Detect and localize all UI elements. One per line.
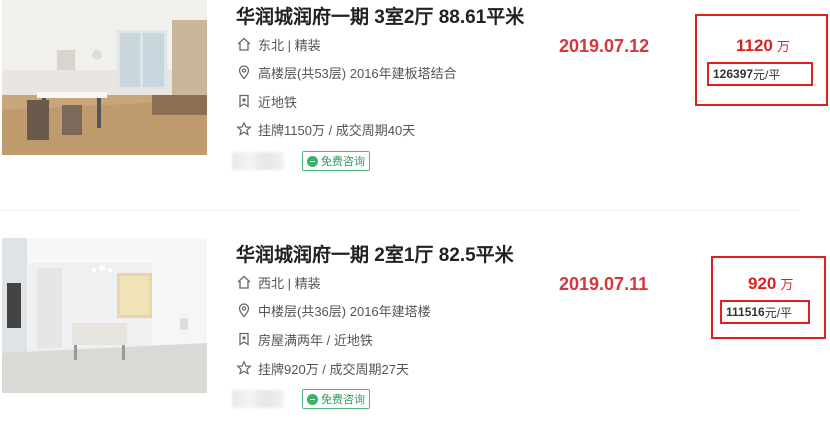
blurred-agent-tag [232,390,284,408]
listing-photo[interactable] [2,238,207,393]
orientation-row: 西北 | 精装 [236,272,321,292]
location-pin-icon [236,64,252,80]
features-row: 房屋满两年 / 近地铁 [236,329,373,349]
floor-row: 高楼层(共53层) 2016年建板塔结合 [236,62,457,82]
total-price-value: 1120 [736,36,773,55]
floor-text: 中楼层(共36层) 2016年建塔楼 [258,303,431,319]
listing-title[interactable]: 华润城润府一期 3室2厅 88.61平米 [236,2,524,29]
unit-price-suffix: 元/平 [764,305,793,320]
unit-price-value: 111516 [726,305,765,319]
listing-card[interactable]: 华润城润府一期 3室2厅 88.61平米 东北 | 精装 高楼层(共53层) 2… [0,0,830,200]
price-highlight-box [711,256,826,339]
price-highlight-box [695,14,828,106]
home-icon [236,36,252,52]
unit-price-suffix: 元/平 [753,67,781,82]
consult-label: 免费咨询 [321,394,365,406]
home-icon [236,274,252,290]
total-price: 920 万 [748,274,793,294]
tag-shield-icon [236,93,252,109]
features-row: 近地铁 [236,91,297,111]
listing-info-text: 挂牌920万 / 成交周期27天 [258,361,409,377]
listing-info-row: 挂牌1150万 / 成交周期40天 [236,119,415,139]
floor-row: 中楼层(共36层) 2016年建塔楼 [236,300,431,320]
floor-text: 高楼层(共53层) 2016年建板塔结合 [258,65,457,81]
chat-icon [307,155,318,167]
free-consult-button[interactable]: 免费咨询 [302,389,370,409]
location-pin-icon [236,302,252,318]
total-price-value: 920 [748,274,777,293]
features-text: 近地铁 [258,94,298,110]
listing-title[interactable]: 华润城润府一期 2室1厅 82.5平米 [236,240,514,267]
listing-info-row: 挂牌920万 / 成交周期27天 [236,358,409,378]
unit-price-value: 126397 [713,67,754,81]
blurred-agent-tag [232,152,284,170]
listing-card[interactable]: 华润城润府一期 2室1厅 82.5平米 西北 | 精装 中楼层(共36层) 20… [0,238,830,438]
orientation-text: 东北 | 精装 [258,37,321,53]
features-text: 房屋满两年 / 近地铁 [258,332,373,348]
total-price: 1120 万 [736,36,790,56]
total-price-unit: 万 [780,277,794,292]
orientation-text: 西北 | 精装 [258,275,321,291]
listing-divider [0,210,800,211]
star-icon [236,360,252,376]
listing-info-text: 挂牌1150万 / 成交周期40天 [258,122,416,138]
deal-date: 2019.07.12 [559,36,650,56]
total-price-unit: 万 [776,39,790,54]
free-consult-button[interactable]: 免费咨询 [302,151,370,171]
consult-label: 免费咨询 [321,156,365,168]
tag-shield-icon [236,331,252,347]
star-icon [236,121,252,137]
unit-price: 111516 元/平 [720,300,810,324]
unit-price: 126397 元/平 [707,62,813,86]
orientation-row: 东北 | 精装 [236,34,321,54]
listing-photo[interactable] [2,0,207,155]
deal-date: 2019.07.11 [559,274,649,294]
chat-icon [307,393,318,405]
